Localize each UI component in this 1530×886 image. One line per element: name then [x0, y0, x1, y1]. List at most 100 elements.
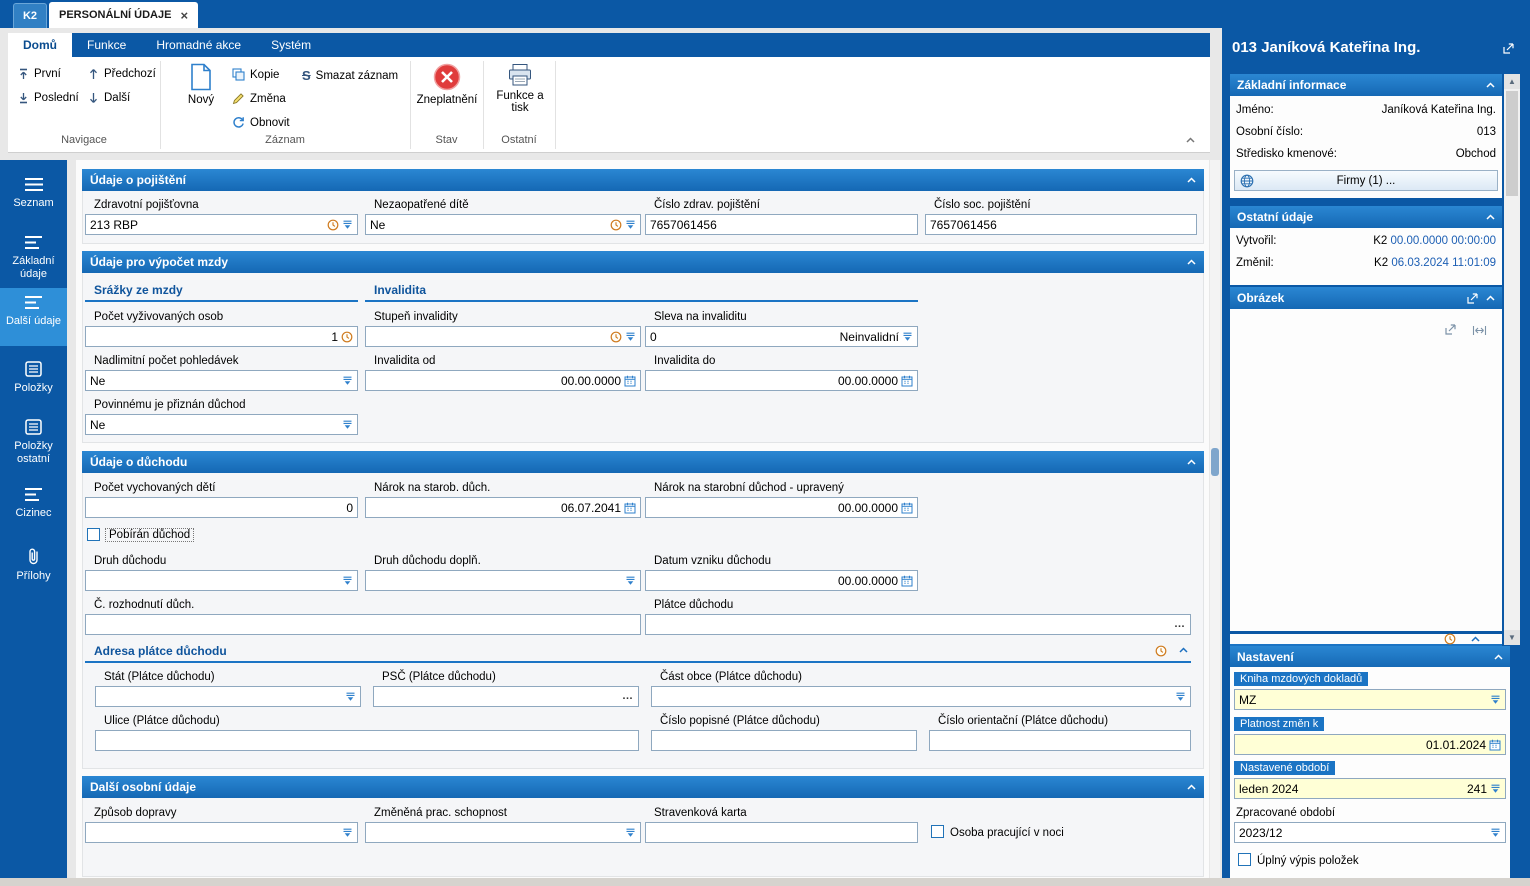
- firmy-button[interactable]: Firmy (1) ...: [1234, 170, 1498, 191]
- right-scrollbar[interactable]: ▲ ▼: [1504, 74, 1520, 645]
- kniha-mzdovych-dokladu-input[interactable]: MZ: [1234, 689, 1506, 710]
- dropdown-icon[interactable]: [1175, 691, 1186, 702]
- cast-obce-platce-input[interactable]: [651, 686, 1191, 707]
- priznan-duchod-input[interactable]: Ne: [85, 414, 358, 435]
- first-record-button[interactable]: První: [18, 68, 61, 80]
- dropdown-icon[interactable]: [342, 219, 353, 230]
- pocet-vyzivovanych-osob-input[interactable]: 1: [85, 326, 358, 347]
- scrollbar-thumb[interactable]: [1506, 91, 1518, 196]
- ulice-platce-input[interactable]: [95, 730, 639, 751]
- chevron-up-icon[interactable]: [1187, 177, 1196, 183]
- document-tab[interactable]: PERSONÁLNÍ ÚDAJE ×: [49, 2, 199, 28]
- close-icon[interactable]: ×: [180, 8, 188, 23]
- cislo-orientacni-platce-input[interactable]: [929, 730, 1191, 751]
- cislo-rozhodnuti-input[interactable]: [85, 614, 641, 635]
- zmenena-prac-schopnost-input[interactable]: [365, 822, 641, 843]
- clock-icon[interactable]: [1444, 633, 1456, 645]
- chevron-up-icon[interactable]: [1187, 259, 1196, 265]
- osoba-pracujici-v-noci-checkbox[interactable]: [931, 825, 944, 838]
- narok-na-starobni-duchod-input[interactable]: 06.07.2041: [365, 497, 641, 518]
- uplny-vypis-checkbox[interactable]: [1238, 853, 1251, 866]
- scroll-up-button[interactable]: ▲: [1504, 74, 1520, 89]
- sidebar-item-polozky[interactable]: Položky: [0, 354, 67, 404]
- sidebar-item-prilohy[interactable]: Přílohy: [0, 540, 67, 596]
- cislo-zdrav-pojisteni-input[interactable]: 7657061456: [645, 214, 918, 235]
- ellipsis-button[interactable]: …: [622, 691, 634, 702]
- nadlimitni-pocet-pohledavek-input[interactable]: Ne: [85, 370, 358, 391]
- chevron-up-icon[interactable]: [1179, 647, 1188, 653]
- section-header-udaje-o-duchodu[interactable]: Údaje o důchodu: [82, 451, 1204, 473]
- stat-platce-input[interactable]: [95, 686, 361, 707]
- chevron-up-icon[interactable]: [1494, 654, 1503, 660]
- dropdown-icon[interactable]: [342, 419, 353, 430]
- invalidita-od-input[interactable]: 00.00.0000: [365, 370, 641, 391]
- dropdown-icon[interactable]: [345, 691, 356, 702]
- psc-platce-input[interactable]: …: [373, 686, 639, 707]
- scrollbar-thumb[interactable]: [1211, 448, 1219, 476]
- section-header-nastaveni[interactable]: Nastavení: [1230, 646, 1510, 668]
- dropdown-icon[interactable]: [625, 331, 636, 342]
- collapse-ribbon-icon[interactable]: [1186, 137, 1195, 143]
- sidebar-item-cizinec[interactable]: Cizinec: [0, 480, 67, 534]
- sidebar-item-dalsi-udaje[interactable]: Další údaje: [0, 288, 67, 346]
- zpracovane-obdobi-input[interactable]: 2023/12: [1234, 822, 1506, 843]
- scroll-down-button[interactable]: ▼: [1504, 630, 1520, 645]
- stupen-invalidity-input[interactable]: [365, 326, 641, 347]
- popout-icon[interactable]: [1444, 323, 1457, 336]
- dropdown-icon[interactable]: [625, 827, 636, 838]
- main-scrollbar[interactable]: [1210, 160, 1220, 878]
- cislo-popisne-platce-input[interactable]: [651, 730, 917, 751]
- popout-icon[interactable]: [1502, 42, 1515, 55]
- clock-icon[interactable]: [341, 331, 353, 343]
- invalidate-button[interactable]: Zneplatnění: [414, 63, 480, 106]
- dropdown-icon[interactable]: [902, 331, 913, 342]
- dropdown-icon[interactable]: [1490, 783, 1501, 794]
- calendar-icon[interactable]: [624, 375, 636, 387]
- clock-icon[interactable]: [610, 331, 622, 343]
- datum-vzniku-duchodu-input[interactable]: 00.00.0000: [645, 570, 918, 591]
- new-record-button[interactable]: Nový: [178, 63, 224, 106]
- delete-record-button[interactable]: S Smazat záznam: [302, 68, 398, 83]
- section-header-vypocet-mzdy[interactable]: Údaje pro výpočet mzdy: [82, 251, 1204, 273]
- calendar-icon[interactable]: [624, 502, 636, 514]
- app-tab-k2[interactable]: K2: [13, 3, 47, 28]
- calendar-icon[interactable]: [901, 375, 913, 387]
- druh-duchodu-doplnek-input[interactable]: [365, 570, 641, 591]
- clock-icon[interactable]: [610, 219, 622, 231]
- ribbon-tab-system[interactable]: Systém: [256, 33, 326, 57]
- zdravotni-pojistovna-input[interactable]: 213 RBP: [85, 214, 358, 235]
- nezaopatrene-dite-input[interactable]: Ne: [365, 214, 641, 235]
- chevron-up-icon[interactable]: [1486, 82, 1495, 88]
- dropdown-icon[interactable]: [1490, 694, 1501, 705]
- sidebar-item-zakladni-udaje[interactable]: Základní údaje: [0, 228, 67, 286]
- clock-icon[interactable]: [327, 219, 339, 231]
- functions-print-button[interactable]: Funkce a tisk: [487, 63, 553, 114]
- dropdown-icon[interactable]: [342, 375, 353, 386]
- dropdown-icon[interactable]: [1490, 827, 1501, 838]
- stravenkova-karta-input[interactable]: [645, 822, 918, 843]
- ribbon-tab-funkce[interactable]: Funkce: [72, 33, 141, 57]
- section-header-zakladni-informace[interactable]: Základní informace: [1230, 74, 1502, 96]
- dropdown-icon[interactable]: [342, 827, 353, 838]
- copy-record-button[interactable]: Kopie: [232, 68, 279, 81]
- pobiran-duchod-checkbox[interactable]: [87, 528, 100, 541]
- sidebar-item-seznam[interactable]: Seznam: [0, 170, 67, 220]
- chevron-up-icon[interactable]: [1471, 636, 1480, 642]
- clock-icon[interactable]: [1155, 645, 1167, 657]
- chevron-up-icon[interactable]: [1486, 214, 1495, 220]
- chevron-up-icon[interactable]: [1486, 295, 1495, 301]
- narok-upraveny-input[interactable]: 00.00.0000: [645, 497, 918, 518]
- last-record-button[interactable]: Poslední: [18, 92, 79, 104]
- cislo-soc-pojisteni-input[interactable]: 7657061456: [925, 214, 1197, 235]
- ellipsis-button[interactable]: …: [1174, 619, 1186, 630]
- section-header-udaje-o-pojisteni[interactable]: Údaje o pojištění: [82, 169, 1204, 191]
- ribbon-tab-domu[interactable]: Domů: [8, 33, 72, 57]
- chevron-up-icon[interactable]: [1187, 459, 1196, 465]
- dropdown-icon[interactable]: [625, 219, 636, 230]
- ribbon-tab-hromadne-akce[interactable]: Hromadné akce: [141, 33, 256, 57]
- refresh-record-button[interactable]: Obnovit: [232, 116, 290, 129]
- platnost-zmen-input[interactable]: 01.01.2024: [1234, 734, 1506, 755]
- druh-duchodu-input[interactable]: [85, 570, 358, 591]
- calendar-icon[interactable]: [1489, 739, 1501, 751]
- section-header-ostatni-udaje[interactable]: Ostatní údaje: [1230, 206, 1502, 228]
